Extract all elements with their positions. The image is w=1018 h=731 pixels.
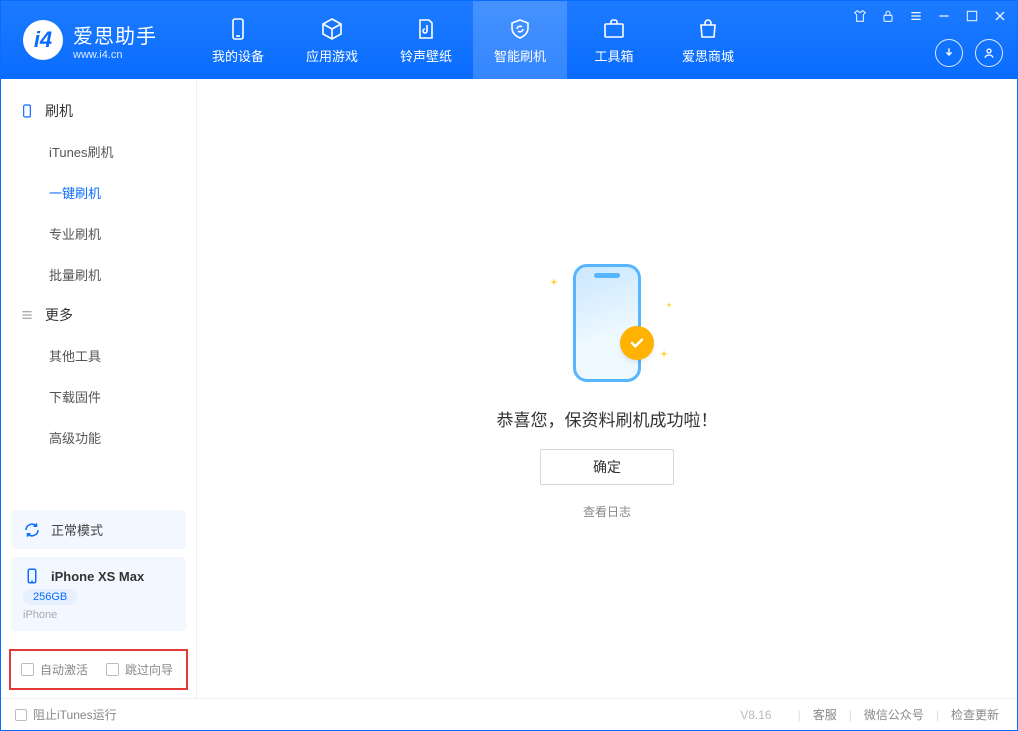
sync-icon — [23, 521, 41, 539]
shirt-icon[interactable] — [851, 7, 869, 25]
device-name: iPhone XS Max — [51, 569, 144, 584]
header-tabs: 我的设备 应用游戏 铃声壁纸 智能刷机 工具箱 爱思商城 — [191, 1, 755, 79]
mode-label: 正常模式 — [51, 520, 103, 539]
titlebar-actions — [935, 39, 1003, 67]
footer: 阻止iTunes运行 V8.16 | 客服 | 微信公众号 | 检查更新 — [1, 698, 1017, 730]
tab-device[interactable]: 我的设备 — [191, 1, 285, 79]
phone-outline-icon — [19, 103, 35, 119]
group-label: 更多 — [45, 305, 73, 325]
block-itunes-checkbox[interactable]: 阻止iTunes运行 — [15, 706, 117, 723]
success-message: 恭喜您，保资料刷机成功啦！ — [497, 406, 718, 431]
user-button[interactable] — [975, 39, 1003, 67]
bag-icon — [695, 16, 721, 42]
music-file-icon — [413, 16, 439, 42]
tab-label: 爱思商城 — [682, 46, 734, 65]
tab-label: 应用游戏 — [306, 46, 358, 65]
sparkle-icon — [550, 278, 558, 286]
view-log-link[interactable]: 查看日志 — [583, 503, 631, 520]
confirm-button[interactable]: 确定 — [540, 449, 674, 485]
checkbox-label: 跳过向导 — [125, 661, 173, 678]
tab-ringtone[interactable]: 铃声壁纸 — [379, 1, 473, 79]
app-window: i4 爱思助手 www.i4.cn 我的设备 应用游戏 铃声壁纸 智能刷机 — [0, 0, 1018, 731]
version-label: V8.16 — [740, 708, 771, 722]
refresh-shield-icon — [507, 16, 533, 42]
sidebar-status: 正常模式 iPhone XS Max 256GB iPhone — [11, 510, 186, 639]
checkbox-icon — [15, 709, 27, 721]
titlebar: i4 爱思助手 www.i4.cn 我的设备 应用游戏 铃声壁纸 智能刷机 — [1, 1, 1017, 79]
sparkle-icon — [660, 350, 668, 358]
skip-guide-checkbox[interactable]: 跳过向导 — [106, 661, 173, 678]
sidebar-group-more: 更多 — [1, 295, 196, 335]
checkbox-label: 自动激活 — [40, 661, 88, 678]
device-status[interactable]: iPhone XS Max 256GB iPhone — [11, 557, 186, 631]
lock-icon[interactable] — [879, 7, 897, 25]
success-illustration — [542, 258, 672, 388]
sidebar-item-pro[interactable]: 专业刷机 — [1, 213, 196, 254]
footer-link-support[interactable]: 客服 — [809, 706, 841, 723]
auto-activate-checkbox[interactable]: 自动激活 — [21, 661, 88, 678]
sparkle-icon — [666, 302, 672, 308]
tab-label: 智能刷机 — [494, 46, 546, 65]
sidebar-item-advanced[interactable]: 高级功能 — [1, 417, 196, 458]
sidebar-item-onekey[interactable]: 一键刷机 — [1, 172, 196, 213]
close-button[interactable] — [991, 7, 1009, 25]
main-content: 恭喜您，保资料刷机成功啦！ 确定 查看日志 — [197, 79, 1017, 698]
check-badge-icon — [620, 326, 654, 360]
checkbox-label: 阻止iTunes运行 — [33, 706, 117, 723]
storage-badge: 256GB — [23, 589, 77, 605]
tab-apps[interactable]: 应用游戏 — [285, 1, 379, 79]
sidebar-item-batch[interactable]: 批量刷机 — [1, 254, 196, 295]
sidebar: 刷机 iTunes刷机 一键刷机 专业刷机 批量刷机 更多 其他工具 下载固件 … — [1, 79, 197, 698]
footer-link-update[interactable]: 检查更新 — [947, 706, 1003, 723]
footer-link-wechat[interactable]: 微信公众号 — [860, 706, 928, 723]
sidebar-item-itunes[interactable]: iTunes刷机 — [1, 131, 196, 172]
tab-label: 铃声壁纸 — [400, 46, 452, 65]
sidebar-list: 刷机 iTunes刷机 一键刷机 专业刷机 批量刷机 更多 其他工具 下载固件 … — [1, 79, 196, 502]
brand-logo-icon: i4 — [23, 20, 63, 60]
sidebar-item-download[interactable]: 下载固件 — [1, 376, 196, 417]
mode-status[interactable]: 正常模式 — [11, 510, 186, 549]
sidebar-checks-highlight: 自动激活 跳过向导 — [9, 649, 188, 690]
brand-url: www.i4.cn — [73, 49, 157, 61]
tab-label: 我的设备 — [212, 46, 264, 65]
phone-illustration-icon — [573, 264, 641, 382]
maximize-button[interactable] — [963, 7, 981, 25]
menu-icon[interactable] — [907, 7, 925, 25]
minimize-button[interactable] — [935, 7, 953, 25]
checkbox-icon — [21, 663, 34, 676]
tab-label: 工具箱 — [594, 46, 633, 65]
brand-text: 爱思助手 www.i4.cn — [73, 20, 157, 61]
phone-icon — [225, 16, 251, 42]
list-icon — [19, 307, 35, 323]
body: 刷机 iTunes刷机 一键刷机 专业刷机 批量刷机 更多 其他工具 下载固件 … — [1, 79, 1017, 698]
device-icon — [23, 567, 41, 585]
group-label: 刷机 — [45, 101, 73, 121]
download-button[interactable] — [935, 39, 963, 67]
sidebar-item-other[interactable]: 其他工具 — [1, 335, 196, 376]
brand-name: 爱思助手 — [73, 20, 157, 49]
device-type: iPhone — [23, 609, 174, 621]
checkbox-icon — [106, 663, 119, 676]
briefcase-icon — [601, 16, 627, 42]
brand: i4 爱思助手 www.i4.cn — [1, 1, 191, 79]
tab-flash[interactable]: 智能刷机 — [473, 1, 567, 79]
tab-toolbox[interactable]: 工具箱 — [567, 1, 661, 79]
tab-store[interactable]: 爱思商城 — [661, 1, 755, 79]
sidebar-group-flash: 刷机 — [1, 91, 196, 131]
cube-icon — [319, 16, 345, 42]
window-controls — [851, 7, 1009, 25]
